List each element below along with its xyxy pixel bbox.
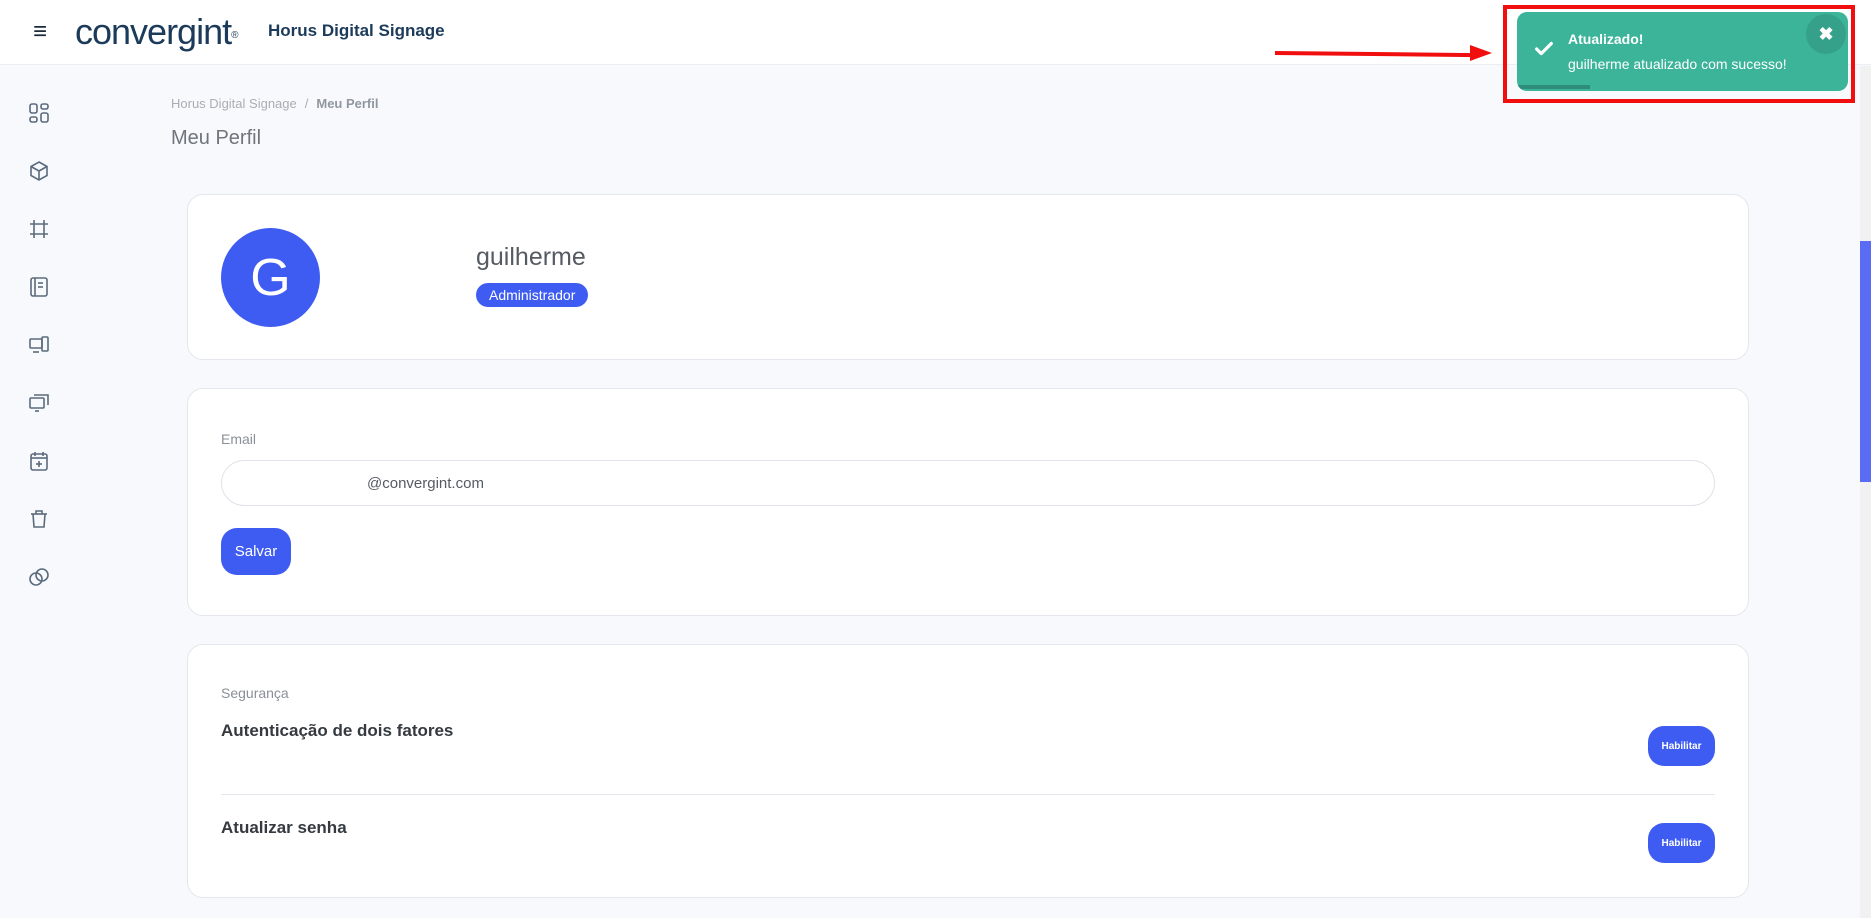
security-card: Segurança Autenticação de dois fatores H… [187, 644, 1749, 898]
annotation-arrow-head [1470, 45, 1492, 61]
email-card: Email Salvar [187, 388, 1749, 616]
copy-icon[interactable] [24, 562, 54, 592]
save-button[interactable]: Salvar [221, 528, 291, 575]
enable-update-password-button[interactable]: Habilitar [1648, 823, 1715, 863]
hamburger-icon[interactable]: ≡ [30, 18, 50, 46]
email-field[interactable] [221, 460, 1715, 506]
profile-name: guilherme [476, 243, 586, 271]
security-label: Segurança [221, 685, 289, 701]
monitors-icon[interactable] [24, 388, 54, 418]
divider [221, 794, 1715, 795]
profile-card: G guilherme Administrador [187, 194, 1749, 360]
role-badge: Administrador [476, 283, 589, 307]
breadcrumb-root[interactable]: Horus Digital Signage [171, 96, 297, 111]
convergint-logo[interactable]: convergint® [75, 11, 239, 52]
two-factor-title: Autenticação de dois fatores [221, 721, 454, 740]
breadcrumb-current: Meu Perfil [316, 96, 379, 111]
calendar-plus-icon[interactable] [24, 446, 54, 476]
email-label: Email [221, 431, 257, 447]
app-title: Horus Digital Signage [268, 21, 445, 40]
logo-text: convergint [75, 11, 232, 52]
sidebar [0, 66, 78, 918]
page-title: Meu Perfil [171, 127, 262, 149]
breadcrumb: Horus Digital Signage / Meu Perfil [171, 96, 378, 111]
dashboard-icon[interactable] [24, 98, 54, 128]
devices-icon[interactable] [24, 330, 54, 360]
enable-two-factor-button[interactable]: Habilitar [1648, 726, 1715, 766]
trash-icon[interactable] [24, 504, 54, 534]
update-password-title: Atualizar senha [221, 818, 347, 837]
avatar: G [221, 228, 320, 327]
notebook-icon[interactable] [24, 272, 54, 302]
cube-icon[interactable] [24, 156, 54, 186]
annotation-highlight-box [1503, 5, 1855, 103]
frame-icon[interactable] [24, 214, 54, 244]
logo-registered-mark: ® [231, 30, 238, 41]
scrollbar-track[interactable] [1860, 66, 1871, 918]
scrollbar-thumb[interactable] [1860, 241, 1871, 482]
breadcrumb-separator: / [304, 96, 309, 111]
